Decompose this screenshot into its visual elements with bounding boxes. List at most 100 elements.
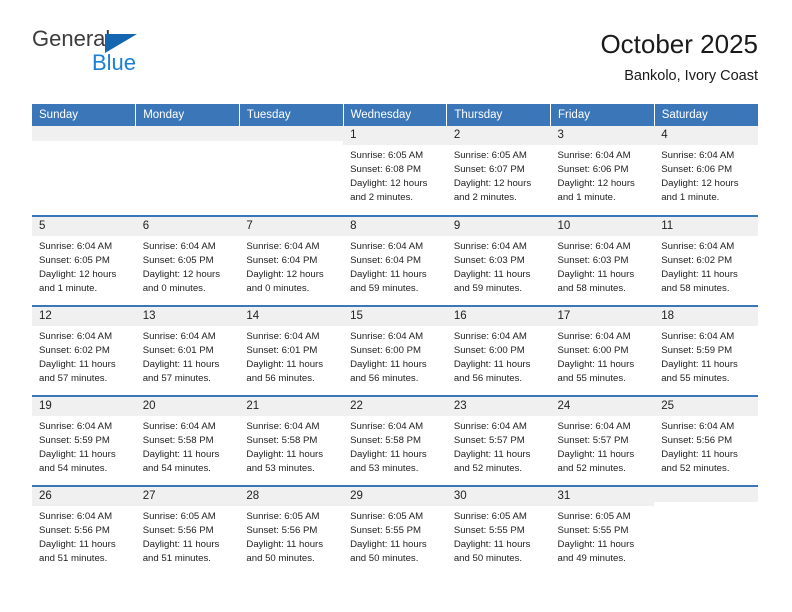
daylight-text-line2: and 50 minutes.	[246, 553, 315, 565]
sunrise-text: Sunrise: 6:04 AM	[39, 510, 113, 522]
day-cell-4[interactable]: 4 Sunrise: 6:04 AM Sunset: 6:06 PM Daylight…	[654, 125, 758, 216]
sunset-text: Sunset: 6:02 PM	[39, 344, 110, 356]
sunrise-text: Sunrise: 6:04 AM	[453, 330, 527, 342]
day-number	[32, 125, 136, 141]
sunrise-text: Sunrise: 6:04 AM	[39, 420, 113, 432]
day-cell-13[interactable]: 13 Sunrise: 6:04 AM Sunset: 6:01 PM Dayligh…	[135, 304, 240, 396]
day-number: 15	[343, 306, 447, 326]
sunrise-text: Sunrise: 6:04 AM	[661, 420, 735, 432]
daylight-text-line1: Daylight: 11 hours	[661, 449, 738, 460]
day-cell-27[interactable]: 27 Sunrise: 6:05 AM Sunset: 5:56 PM Dayligh…	[135, 484, 240, 576]
day-cell-12[interactable]: 12 Sunrise: 6:04 AM Sunset: 6:02 PM Dayligh…	[32, 304, 136, 396]
day-cell-2[interactable]: 2 Sunrise: 6:05 AM Sunset: 6:07 PM Daylight…	[446, 125, 551, 216]
day-cell-11[interactable]: 11 Sunrise: 6:04 AM Sunset: 6:02 PM Dayligh…	[654, 214, 758, 306]
day-cell-5[interactable]: 5 Sunrise: 6:04 AM Sunset: 6:05 PM Daylight…	[32, 214, 136, 306]
day-cell-10[interactable]: 10 Sunrise: 6:04 AM Sunset: 6:03 PM Dayligh…	[550, 214, 655, 306]
daylight-text-line1: Daylight: 11 hours	[557, 449, 635, 460]
general-blue-logo[interactable]: General Blue	[32, 28, 152, 80]
daylight-text-line2: and 59 minutes.	[350, 283, 419, 295]
day-cell-29[interactable]: 29 Sunrise: 6:05 AM Sunset: 5:55 PM Dayligh…	[343, 484, 447, 576]
sunset-text: Sunset: 5:56 PM	[39, 524, 110, 536]
day-cell-empty	[135, 125, 240, 216]
day-number: 14	[239, 306, 344, 326]
day-cell-26[interactable]: 26 Sunrise: 6:04 AM Sunset: 5:56 PM Dayligh…	[32, 484, 136, 576]
day-cell-28[interactable]: 28 Sunrise: 6:05 AM Sunset: 5:56 PM Dayligh…	[239, 484, 344, 576]
day-details: Sunrise: 6:05 AM Sunset: 5:56 PM Daylight:…	[136, 506, 240, 566]
day-cell-3[interactable]: 3 Sunrise: 6:04 AM Sunset: 6:06 PM Daylight…	[550, 125, 655, 216]
sunset-text: Sunset: 5:55 PM	[350, 524, 422, 536]
day-cell-30[interactable]: 30 Sunrise: 6:05 AM Sunset: 5:55 PM Dayligh…	[446, 484, 551, 576]
day-number: 17	[550, 306, 655, 326]
day-cell-24[interactable]: 24 Sunrise: 6:04 AM Sunset: 5:57 PM Dayligh…	[550, 394, 655, 486]
day-cell-18[interactable]: 18 Sunrise: 6:04 AM Sunset: 5:59 PM Dayligh…	[654, 304, 758, 396]
day-number: 13	[135, 306, 240, 326]
daylight-text-line2: and 58 minutes.	[661, 283, 730, 295]
sunrise-text: Sunrise: 6:04 AM	[453, 240, 527, 252]
daylight-text-line2: and 0 minutes.	[142, 283, 206, 295]
day-cell-17[interactable]: 17 Sunrise: 6:04 AM Sunset: 6:00 PM Dayligh…	[550, 304, 655, 396]
sunset-text: Sunset: 5:57 PM	[453, 434, 525, 446]
day-cell-8[interactable]: 8 Sunrise: 6:04 AM Sunset: 6:04 PM Daylight…	[343, 214, 447, 306]
day-cell-21[interactable]: 21 Sunrise: 6:04 AM Sunset: 5:58 PM Dayligh…	[239, 394, 344, 486]
day-cell-22[interactable]: 22 Sunrise: 6:04 AM Sunset: 5:58 PM Dayligh…	[343, 394, 447, 486]
day-number: 29	[343, 486, 447, 506]
day-number: 7	[239, 216, 344, 236]
sunset-text: Sunset: 5:58 PM	[246, 434, 318, 446]
day-cell-19[interactable]: 19 Sunrise: 6:04 AM Sunset: 5:59 PM Dayligh…	[32, 394, 136, 486]
daylight-text-line2: and 50 minutes.	[453, 553, 523, 565]
daylight-text-line2: and 53 minutes.	[350, 463, 419, 475]
day-cell-1[interactable]: 1 Sunrise: 6:05 AM Sunset: 6:08 PM Daylight…	[343, 125, 447, 216]
sunrise-text: Sunrise: 6:04 AM	[661, 330, 735, 342]
daylight-text-line2: and 2 minutes.	[453, 192, 517, 204]
day-details: Sunrise: 6:04 AM Sunset: 5:57 PM Daylight:…	[551, 416, 655, 476]
weekday-header-friday: Friday	[550, 103, 655, 126]
day-number	[135, 125, 240, 141]
day-details: Sunrise: 6:04 AM Sunset: 6:03 PM Daylight:…	[447, 236, 551, 296]
sunset-text: Sunset: 6:04 PM	[246, 254, 318, 266]
day-cell-25[interactable]: 25 Sunrise: 6:04 AM Sunset: 5:56 PM Dayligh…	[654, 394, 758, 486]
daylight-text-line1: Daylight: 11 hours	[557, 359, 635, 370]
sunset-text: Sunset: 6:06 PM	[557, 163, 629, 175]
calendar-page: General Blue October 2025 Bankolo, Ivory…	[0, 0, 792, 612]
daylight-text-line1: Daylight: 11 hours	[39, 359, 116, 370]
day-details: Sunrise: 6:04 AM Sunset: 6:01 PM Daylight:…	[239, 326, 343, 386]
daylight-text-line1: Daylight: 12 hours	[39, 269, 117, 280]
daylight-text-line2: and 52 minutes.	[557, 463, 626, 475]
sunrise-text: Sunrise: 6:05 AM	[246, 510, 320, 522]
day-details: Sunrise: 6:04 AM Sunset: 6:02 PM Daylight:…	[654, 236, 758, 296]
day-cell-16[interactable]: 16 Sunrise: 6:04 AM Sunset: 6:00 PM Dayligh…	[446, 304, 551, 396]
daylight-text-line1: Daylight: 11 hours	[661, 359, 738, 370]
daylight-text-line2: and 55 minutes.	[661, 373, 730, 385]
sunrise-text: Sunrise: 6:04 AM	[350, 240, 424, 252]
daylight-text-line1: Daylight: 12 hours	[350, 178, 428, 189]
daylight-text-line1: Daylight: 11 hours	[453, 269, 531, 280]
day-cell-14[interactable]: 14 Sunrise: 6:04 AM Sunset: 6:01 PM Dayligh…	[239, 304, 344, 396]
day-number: 21	[239, 396, 344, 416]
week-row: 1 Sunrise: 6:05 AM Sunset: 6:08 PM Daylight…	[32, 125, 758, 216]
day-number: 8	[343, 216, 447, 236]
daylight-text-line1: Daylight: 11 hours	[350, 269, 427, 280]
day-cell-7[interactable]: 7 Sunrise: 6:04 AM Sunset: 6:04 PM Daylight…	[239, 214, 344, 306]
sunset-text: Sunset: 5:57 PM	[557, 434, 629, 446]
page-subtitle: Bankolo, Ivory Coast	[624, 67, 758, 84]
weekday-header-tuesday: Tuesday	[239, 103, 344, 126]
day-number: 16	[446, 306, 551, 326]
day-number: 25	[654, 396, 758, 416]
day-details: Sunrise: 6:04 AM Sunset: 6:01 PM Daylight:…	[136, 326, 240, 386]
daylight-text-line1: Daylight: 11 hours	[246, 449, 324, 460]
sunset-text: Sunset: 6:00 PM	[350, 344, 422, 356]
daylight-text-line1: Daylight: 11 hours	[453, 359, 531, 370]
sunset-text: Sunset: 6:03 PM	[453, 254, 525, 266]
sunrise-text: Sunrise: 6:04 AM	[142, 330, 216, 342]
page-header: General Blue October 2025 Bankolo, Ivory…	[0, 0, 792, 84]
daylight-text-line2: and 53 minutes.	[246, 463, 315, 475]
day-details: Sunrise: 6:04 AM Sunset: 6:04 PM Daylight:…	[239, 236, 343, 296]
day-cell-23[interactable]: 23 Sunrise: 6:04 AM Sunset: 5:57 PM Dayligh…	[446, 394, 551, 486]
day-cell-9[interactable]: 9 Sunrise: 6:04 AM Sunset: 6:03 PM Daylight…	[446, 214, 551, 306]
sunrise-text: Sunrise: 6:05 AM	[142, 510, 216, 522]
daylight-text-line1: Daylight: 11 hours	[39, 449, 116, 460]
day-cell-6[interactable]: 6 Sunrise: 6:04 AM Sunset: 6:05 PM Daylight…	[135, 214, 240, 306]
day-cell-15[interactable]: 15 Sunrise: 6:04 AM Sunset: 6:00 PM Dayligh…	[343, 304, 447, 396]
day-cell-20[interactable]: 20 Sunrise: 6:04 AM Sunset: 5:58 PM Dayligh…	[135, 394, 240, 486]
day-cell-31[interactable]: 31 Sunrise: 6:05 AM Sunset: 5:55 PM Dayligh…	[550, 484, 655, 576]
